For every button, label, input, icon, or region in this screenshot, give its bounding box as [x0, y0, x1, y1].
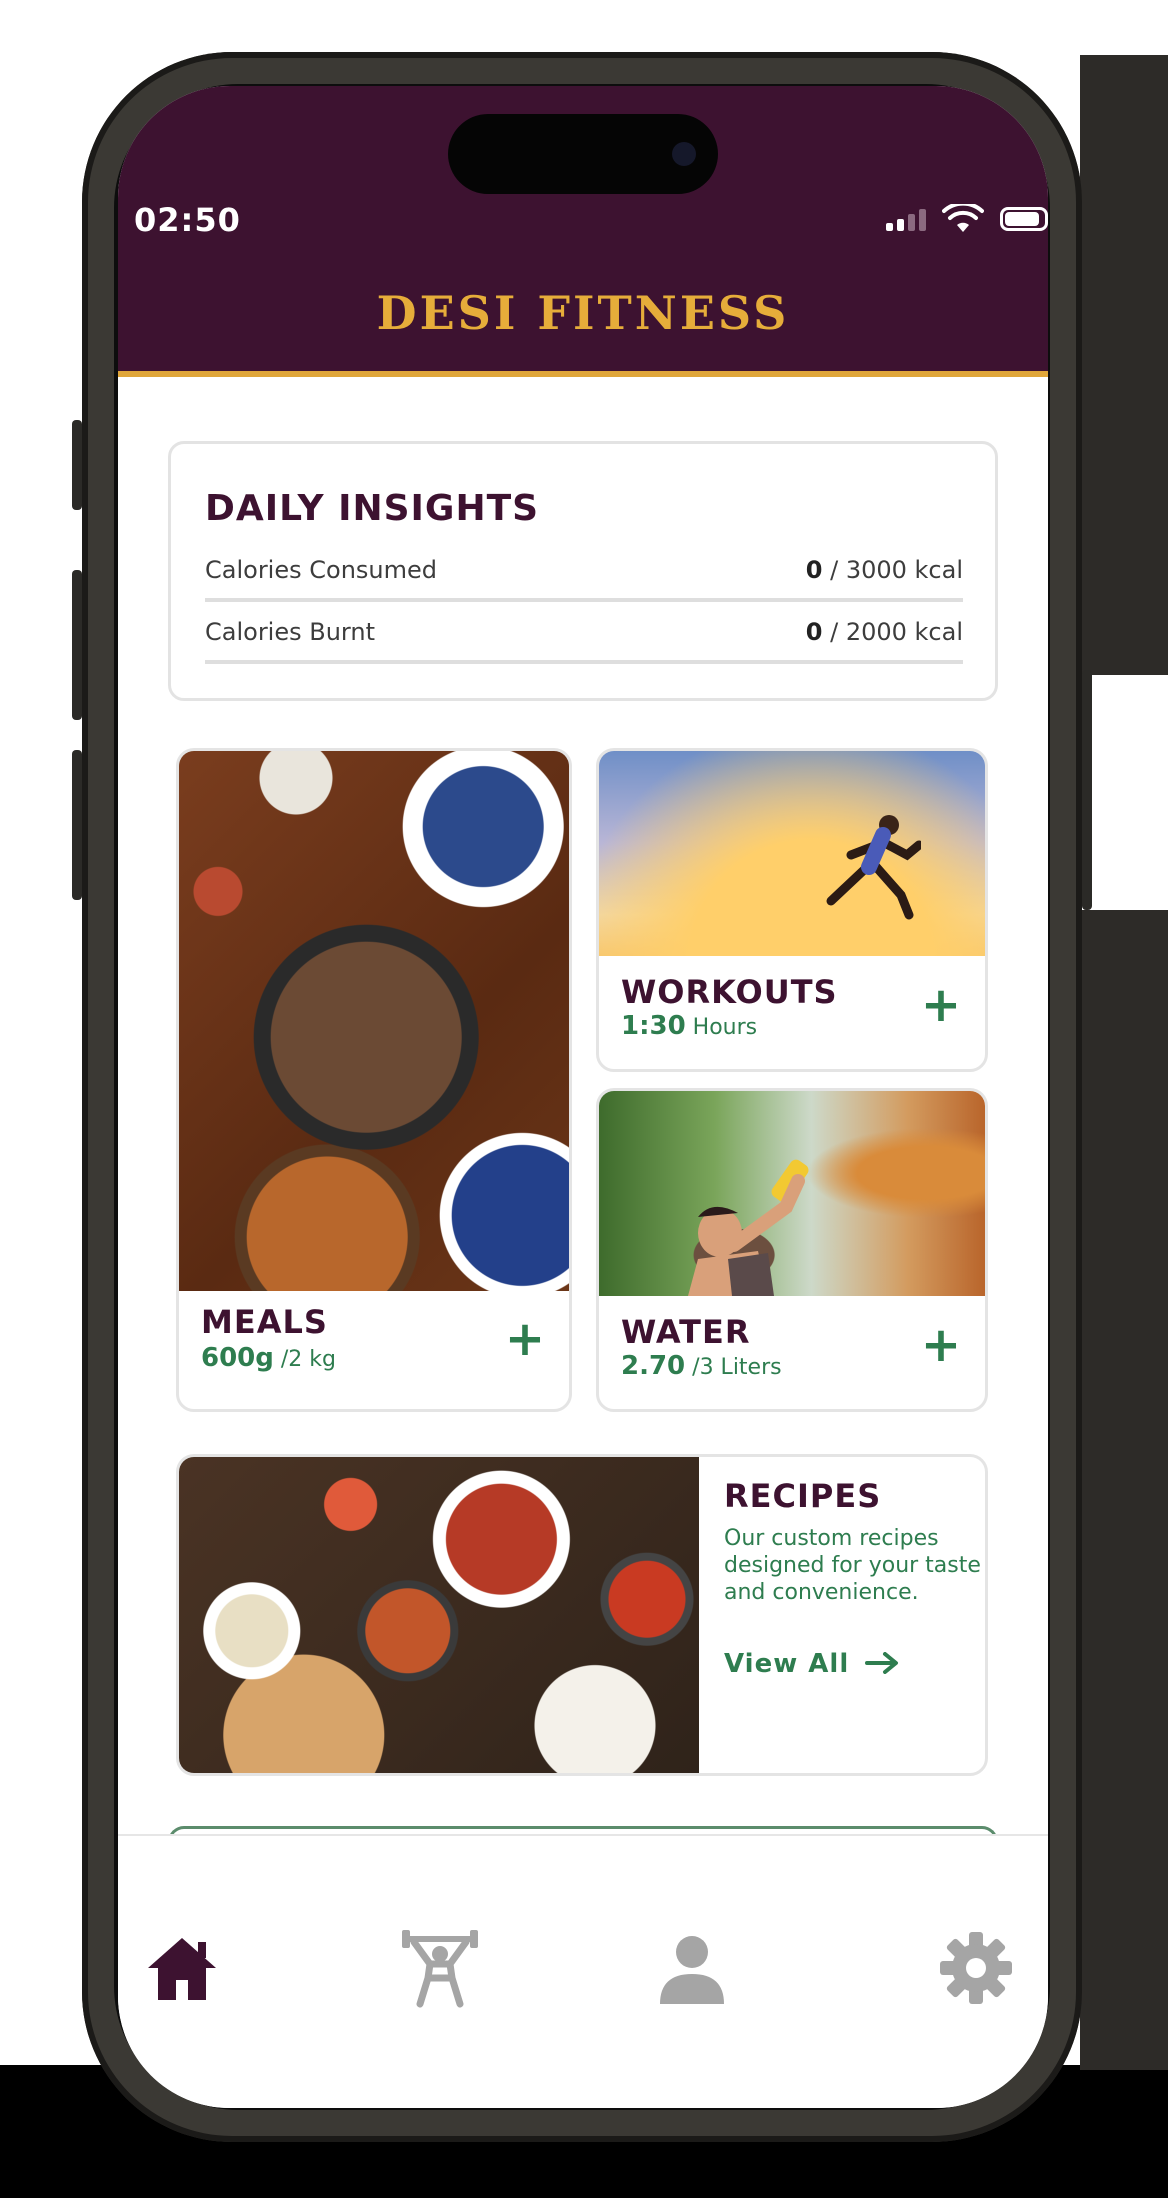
water-tile[interactable]: WATER 2.70 /3 Liters +	[596, 1088, 988, 1412]
phone-side-button	[72, 420, 82, 510]
workout-icon[interactable]	[400, 1928, 480, 2008]
meals-title: MEALS	[201, 1303, 328, 1341]
app-screen: 02:50 DESI FITNESS DAILY INSIGHTS Calori…	[118, 86, 1048, 2108]
calories-burnt-row: Calories Burnt 0 / 2000 kcal	[205, 600, 963, 664]
arrow-right-icon	[865, 1652, 899, 1674]
bottom-tab-bar	[118, 1836, 1048, 2108]
recipes-description: Our custom recipes designed for your tas…	[724, 1526, 981, 1605]
water-image	[599, 1091, 985, 1296]
wifi-icon	[942, 204, 984, 232]
calories-burnt-value: 0 / 2000 kcal	[805, 618, 963, 646]
add-water-button[interactable]: +	[919, 1321, 963, 1369]
workouts-title: WORKOUTS	[621, 973, 838, 1011]
runner-figure-icon	[826, 815, 922, 920]
app-title: DESI FITNESS	[376, 286, 790, 340]
view-all-link[interactable]: View All	[724, 1649, 899, 1679]
phone-power-button	[1082, 670, 1092, 910]
settings-icon[interactable]	[936, 1928, 1016, 2008]
status-icons	[886, 204, 1048, 234]
phone-side-button	[72, 570, 82, 720]
calories-consumed-row: Calories Consumed 0 / 3000 kcal	[205, 538, 963, 602]
water-title: WATER	[621, 1313, 751, 1351]
dynamic-island	[448, 114, 718, 194]
backdrop-right-band-lower	[1080, 910, 1168, 2070]
recipes-title: RECIPES	[724, 1477, 882, 1515]
add-workout-button[interactable]: +	[919, 981, 963, 1029]
calories-burnt-label: Calories Burnt	[205, 618, 375, 646]
recipes-image	[179, 1457, 699, 1773]
home-icon[interactable]	[142, 1928, 222, 2008]
calories-consumed-label: Calories Consumed	[205, 556, 437, 584]
workouts-tile[interactable]: WORKOUTS 1:30 Hours +	[596, 748, 988, 1072]
signal-icon	[886, 207, 926, 231]
meals-image	[179, 751, 569, 1291]
camera-icon	[672, 142, 696, 166]
meals-progress: 600g /2 kg	[201, 1343, 336, 1373]
drinking-person-icon	[688, 1159, 809, 1296]
profile-icon[interactable]	[652, 1928, 732, 2008]
battery-icon	[1000, 207, 1048, 231]
insights-title: DAILY INSIGHTS	[205, 488, 540, 529]
workouts-image	[599, 751, 985, 956]
add-meal-button[interactable]: +	[503, 1315, 547, 1363]
recipes-card[interactable]: RECIPES Our custom recipes designed for …	[176, 1454, 988, 1776]
calories-consumed-value: 0 / 3000 kcal	[805, 556, 963, 584]
status-time: 02:50	[134, 201, 241, 239]
workouts-progress: 1:30 Hours	[621, 1011, 758, 1041]
meals-tile[interactable]: MEALS 600g /2 kg +	[176, 748, 572, 1412]
daily-insights-card: DAILY INSIGHTS Calories Consumed 0 / 300…	[168, 441, 998, 701]
water-progress: 2.70 /3 Liters	[621, 1351, 782, 1381]
phone-side-button	[72, 750, 82, 900]
backdrop-right-band	[1080, 55, 1168, 675]
